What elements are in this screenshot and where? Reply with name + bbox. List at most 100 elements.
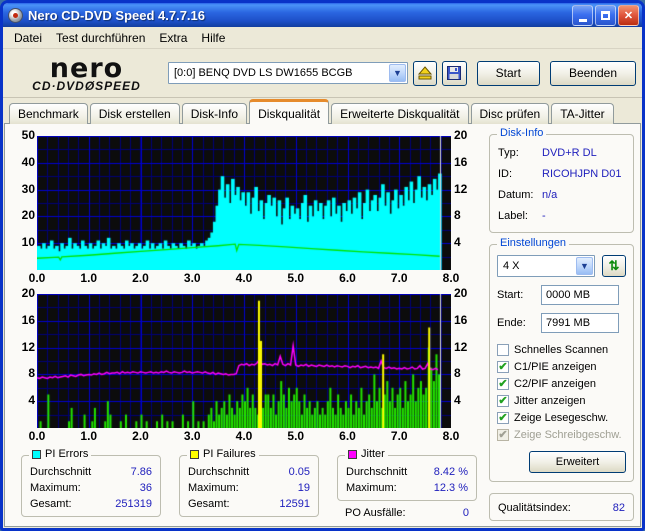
stat-value: 36 xyxy=(139,482,152,494)
chevron-down-icon[interactable]: ▼ xyxy=(388,64,406,82)
speed-select-value: 4 X xyxy=(503,260,520,272)
stat-value: 12.3 % xyxy=(433,482,468,494)
tab-erweiterte-diskqualit-t[interactable]: Erweiterte Diskqualität xyxy=(331,103,469,124)
checkbox-jitter-anzeigen[interactable]: ✔ Jitter anzeigen xyxy=(497,392,626,409)
x-tick: 1.0 xyxy=(80,429,98,443)
checkbox-icon[interactable]: ✔ xyxy=(497,360,509,373)
stat-value: 19 xyxy=(297,482,310,494)
tab-benchmark[interactable]: Benchmark xyxy=(9,103,88,124)
end-field[interactable]: 7991 MB xyxy=(541,313,619,333)
stat-group-title-text: Jitter xyxy=(361,448,385,460)
stat-value: 0.05 xyxy=(288,466,310,478)
stat-label: Maximum: xyxy=(346,482,397,494)
y-tick: 8 xyxy=(454,208,461,223)
quality-index-group: Qualitätsindex: 82 xyxy=(489,493,634,521)
tab-disk-erstellen[interactable]: Disk erstellen xyxy=(89,103,180,124)
disk-info-row: ID: RICOHJPN D01 xyxy=(498,164,625,185)
legend-swatch-icon xyxy=(348,449,357,459)
eject-button[interactable] xyxy=(412,60,438,86)
pi-failures-plot xyxy=(37,294,451,428)
y-tick: 16 xyxy=(454,312,468,327)
y-tick: 20 xyxy=(21,286,35,300)
disk-info-row: Label: - xyxy=(498,206,625,227)
disk-info-value: - xyxy=(542,210,546,222)
advanced-button[interactable]: Erweitert xyxy=(529,451,626,473)
stat-label: Gesamt: xyxy=(188,498,230,510)
refresh-icon: ⇅ xyxy=(608,258,620,273)
stat-group-jitter: Jitter Durchschnitt 8.42 % Maximum: 12.3 % xyxy=(337,448,477,501)
stat-group-title-text: PI Errors xyxy=(45,448,89,460)
y-tick: 8 xyxy=(28,366,35,381)
x-tick: 0.0 xyxy=(28,429,46,443)
y-tick: 40 xyxy=(21,154,35,169)
menu-item-extra[interactable]: Extra xyxy=(152,28,194,48)
disk-info-value: n/a xyxy=(542,189,558,201)
checkbox-label: Zeige Lesegeschw. xyxy=(514,411,609,424)
stat-row: Durchschnitt 0.05 xyxy=(188,464,310,480)
save-icon xyxy=(447,66,462,80)
y-tick: 4 xyxy=(454,393,461,408)
quality-index-label: Qualitätsindex: xyxy=(498,502,571,514)
disk-info-label: Datum: xyxy=(498,189,534,201)
x-tick: 4.0 xyxy=(235,271,253,285)
nero-logo: nero CD·DVDØSPEED xyxy=(9,55,164,92)
chevron-down-icon[interactable]: ▼ xyxy=(576,257,593,275)
drive-select[interactable]: [0:0] BENQ DVD LS DW1655 BCGB ▼ xyxy=(168,62,408,84)
y-tick: 30 xyxy=(21,181,35,196)
speed-select[interactable]: 4 X ▼ xyxy=(497,255,595,277)
checkbox-schnelles-scannen[interactable]: Schnelles Scannen xyxy=(497,341,626,358)
menu-item-datei[interactable]: Datei xyxy=(7,28,49,48)
stat-value: 12591 xyxy=(279,498,310,510)
tab-ta-jitter[interactable]: TA-Jitter xyxy=(551,103,614,124)
start-button[interactable]: Start xyxy=(476,60,540,86)
x-tick: 5.0 xyxy=(287,271,305,285)
checkbox-c1-pie-anzeigen[interactable]: ✔ C1/PIE anzeigen xyxy=(497,358,626,375)
checkbox-icon[interactable] xyxy=(497,343,509,356)
x-tick: 2.0 xyxy=(132,271,149,285)
start-field[interactable]: 0000 MB xyxy=(541,285,619,305)
stat-value: 7.86 xyxy=(130,466,152,478)
po-failures-label: PO Ausfälle: xyxy=(345,507,406,519)
checkbox-c2-pif-anzeigen[interactable]: ✔ C2/PIF anzeigen xyxy=(497,375,626,392)
tab-disc-pr-fen[interactable]: Disc prüfen xyxy=(470,103,550,124)
x-tick: 6.0 xyxy=(339,429,356,443)
y-tick: 50 xyxy=(21,128,35,142)
right-panel: Disk-Info Typ: DVD+R DL ID: RICOHJPN D01 Dat… xyxy=(483,124,641,526)
checkbox-zeige-lesegeschw-[interactable]: ✔ Zeige Lesegeschw. xyxy=(497,409,626,426)
disk-info-label: Typ: xyxy=(498,147,519,159)
pi-errors-left-axis: 50 40 30 20 10 xyxy=(11,128,37,285)
stat-row: Maximum: 12.3 % xyxy=(346,480,468,496)
y-tick: 4 xyxy=(28,393,35,408)
stat-row: Durchschnitt 8.42 % xyxy=(346,464,468,480)
close-button[interactable]: ✕ xyxy=(618,4,639,26)
legend-swatch-icon xyxy=(190,449,199,459)
save-button[interactable] xyxy=(442,60,467,86)
menu-item-test-durchf-hren[interactable]: Test durchführen xyxy=(49,28,152,48)
po-failures-row: PO Ausfälle: 0 xyxy=(337,507,477,519)
minimize-button[interactable] xyxy=(572,4,593,26)
maximize-button[interactable] xyxy=(595,4,616,26)
checkbox-label: C1/PIE anzeigen xyxy=(514,360,597,373)
cdvd-speed-logo-text: CD·DVDØSPEED xyxy=(32,78,141,93)
minimize-icon xyxy=(578,18,587,22)
quit-button[interactable]: Beenden xyxy=(549,60,636,86)
stat-group-title: Jitter xyxy=(345,448,388,460)
stat-label: Maximum: xyxy=(188,482,239,494)
checkbox-icon[interactable]: ✔ xyxy=(497,377,509,390)
y-tick: 12 xyxy=(454,181,468,196)
checkbox-icon[interactable]: ✔ xyxy=(497,411,509,424)
legend-swatch-icon xyxy=(32,449,41,459)
tab-disk-info[interactable]: Disk-Info xyxy=(181,103,248,124)
refresh-button[interactable]: ⇅ xyxy=(602,255,626,277)
checkbox-label: C2/PIF anzeigen xyxy=(514,377,596,390)
tab-diskqualit-t[interactable]: Diskqualität xyxy=(249,99,330,124)
stat-label: Maximum: xyxy=(30,482,81,494)
checkbox-icon[interactable]: ✔ xyxy=(497,394,509,407)
menu-item-hilfe[interactable]: Hilfe xyxy=(194,28,232,48)
stat-group-title-text: PI Failures xyxy=(203,448,256,460)
stats-row: PI Errors Durchschnitt 7.86 Maximum: 36 Gesam… xyxy=(11,448,483,519)
disk-info-value: RICOHJPN D01 xyxy=(542,168,622,180)
disk-info-title: Disk-Info xyxy=(497,127,547,139)
stat-value: 8.42 % xyxy=(433,466,468,478)
disk-info-value: DVD+R DL xyxy=(542,147,597,159)
